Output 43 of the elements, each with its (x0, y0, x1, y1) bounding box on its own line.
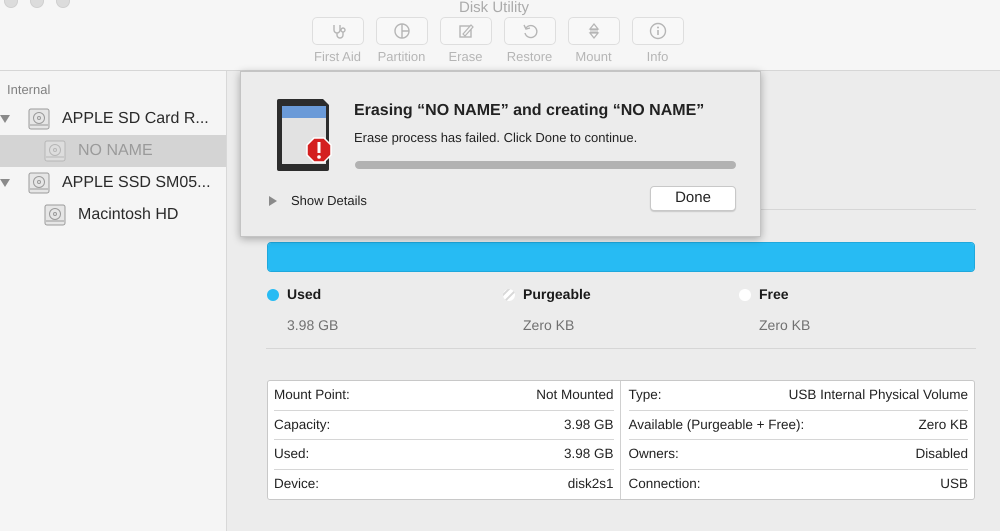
disclosure-triangle-icon[interactable] (0, 178, 10, 188)
sidebar-item[interactable]: APPLE SSD SM05... (0, 167, 226, 199)
info-value: disk2s1 (568, 475, 614, 494)
info-value: 3.98 GB (564, 416, 614, 434)
info-icon (648, 22, 666, 40)
info-value: USB Internal Physical Volume (788, 386, 968, 404)
sd-card-warning-icon (276, 98, 332, 172)
drive-icon (28, 108, 50, 130)
legend-value: 3.98 GB (287, 316, 340, 335)
sidebar-item[interactable]: NO NAME (0, 135, 226, 167)
info-value: Not Mounted (536, 386, 614, 404)
drive-icon (44, 140, 66, 162)
info-label: Type: (628, 386, 662, 404)
legend-label: Used (287, 285, 322, 304)
info-label: Mount Point: (274, 386, 350, 404)
restore-icon (520, 22, 538, 40)
legend-value: Zero KB (759, 316, 812, 335)
legend-label: Purgeable (523, 285, 591, 304)
drive-icon (28, 172, 50, 194)
info-value: USB (940, 475, 968, 494)
dialog-title: Erasing “NO NAME” and creating “NO NAME” (354, 101, 704, 121)
pie-chart-icon (392, 22, 410, 40)
info-label: Used: (274, 445, 310, 464)
info-label: Available (Purgeable + Free): (628, 416, 804, 434)
show-details-toggle[interactable]: Show Details (269, 191, 367, 210)
info-label: Capacity: (274, 416, 330, 434)
info-label: Connection: (628, 475, 701, 494)
sidebar-item[interactable]: APPLE SD Card R... (0, 103, 226, 135)
eraser-icon (456, 22, 474, 40)
sidebar-section-title: Internal (6, 81, 52, 99)
info-label: Owners: (628, 445, 679, 464)
info-value: Disabled (915, 445, 968, 464)
dialog-message: Erase process has failed. Click Done to continue. (354, 129, 638, 147)
legend-value: Zero KB (523, 316, 576, 335)
done-button[interactable]: Done (650, 186, 736, 211)
info-value: 3.98 GB (564, 445, 614, 464)
legend-label: Free (759, 285, 789, 304)
info-value: Zero KB (918, 416, 968, 434)
disclosure-triangle-icon[interactable] (0, 114, 10, 124)
info-label: Device: (274, 475, 320, 494)
window-title: Disk Utility (459, 0, 529, 16)
drive-icon (44, 204, 66, 226)
sidebar-item[interactable]: Macintosh HD (0, 199, 226, 231)
